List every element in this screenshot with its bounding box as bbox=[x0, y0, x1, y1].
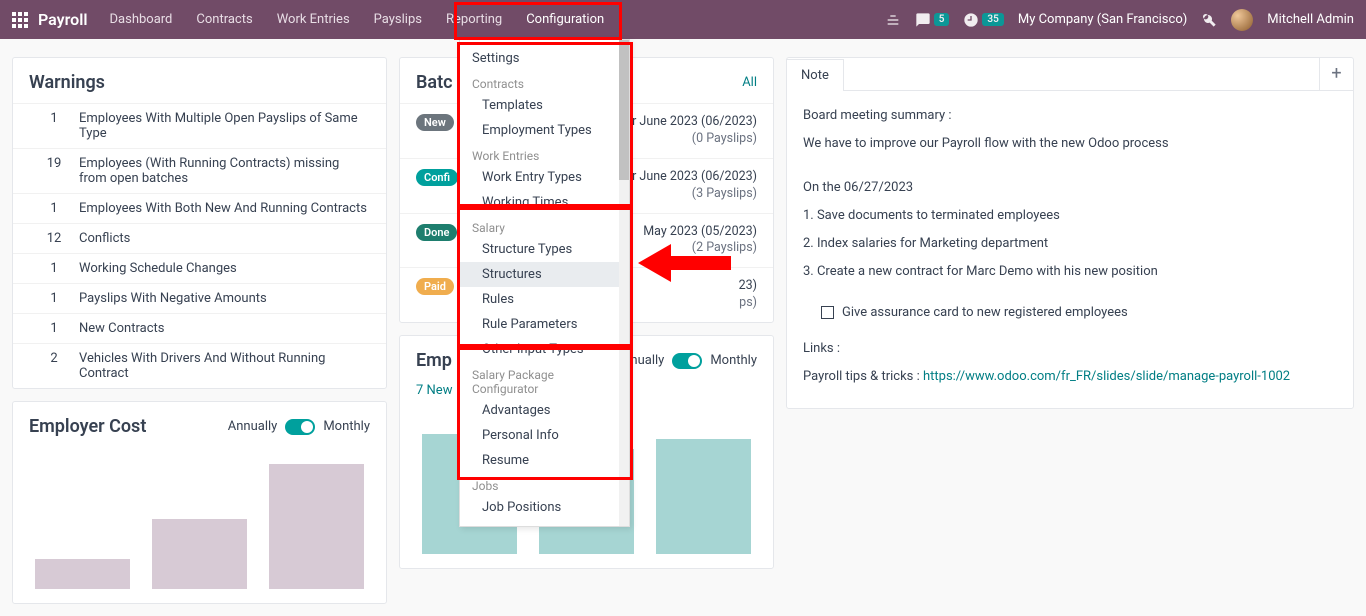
warning-row[interactable]: 1Employees With Both New And Running Con… bbox=[13, 193, 386, 223]
employer-cost-card: Employer Cost Annually Monthly bbox=[12, 401, 387, 604]
menu-settings[interactable]: Settings bbox=[460, 46, 629, 71]
note-line: Payroll tips & tricks : https://www.odoo… bbox=[803, 366, 1337, 388]
note-link[interactable]: https://www.odoo.com/fr_FR/slides/slide/… bbox=[923, 369, 1290, 384]
employees-title: Emp bbox=[416, 350, 452, 371]
warning-row[interactable]: 2Vehicles With Drivers And Without Runni… bbox=[13, 343, 386, 388]
note-line: 3. Create a new contract for Marc Demo w… bbox=[803, 261, 1337, 283]
employees-toggle[interactable] bbox=[672, 353, 702, 369]
menu-rule-parameters[interactable]: Rule Parameters bbox=[460, 312, 629, 337]
employer-cost-chart bbox=[29, 449, 370, 589]
menu-resume[interactable]: Resume bbox=[460, 448, 629, 473]
checkbox-icon[interactable] bbox=[821, 306, 834, 319]
note-line: 2. Index salaries for Marketing departme… bbox=[803, 233, 1337, 255]
note-panel: Note + Board meeting summary : We have t… bbox=[786, 57, 1354, 409]
toggle-annually-label: Annually bbox=[228, 419, 278, 434]
batches-title: Batc bbox=[416, 72, 453, 93]
menu-section-jobs: Jobs bbox=[460, 473, 629, 495]
nav-work-entries[interactable]: Work Entries bbox=[277, 12, 350, 27]
messages-icon[interactable]: 5 bbox=[915, 12, 950, 28]
topbar-right: 5 35 My Company (San Francisco) Mitchell… bbox=[885, 9, 1354, 31]
warnings-card: Warnings 1Employees With Multiple Open P… bbox=[12, 57, 387, 389]
note-line: We have to improve our Payroll flow with… bbox=[803, 133, 1337, 155]
checkbox-label: Give assurance card to new registered em… bbox=[842, 302, 1128, 324]
menu-personal-info[interactable]: Personal Info bbox=[460, 423, 629, 448]
apps-icon[interactable] bbox=[12, 12, 28, 28]
nav-dashboard[interactable]: Dashboard bbox=[110, 12, 173, 27]
toggle-monthly-label: Monthly bbox=[710, 353, 757, 368]
note-body[interactable]: Board meeting summary : We have to impro… bbox=[787, 91, 1353, 408]
menu-structure-types[interactable]: Structure Types bbox=[460, 237, 629, 262]
warning-row[interactable]: 1Employees With Multiple Open Payslips o… bbox=[13, 103, 386, 148]
menu-section-salary-package: Salary Package Configurator bbox=[460, 362, 629, 398]
menu-other-input-types[interactable]: Other Input Types bbox=[460, 337, 629, 362]
user-menu[interactable]: Mitchell Admin bbox=[1267, 12, 1354, 27]
note-tab[interactable]: Note bbox=[786, 59, 844, 91]
warning-row[interactable]: 12Conflicts bbox=[13, 223, 386, 253]
nav-reporting[interactable]: Reporting bbox=[446, 12, 502, 27]
status-badge: Done bbox=[416, 224, 457, 241]
nav-contracts[interactable]: Contracts bbox=[196, 12, 252, 27]
nav-payslips[interactable]: Payslips bbox=[374, 12, 422, 27]
status-badge: Confi bbox=[416, 169, 458, 186]
activity-icon[interactable]: 35 bbox=[963, 12, 1003, 28]
menu-section-work-entries: Work Entries bbox=[460, 143, 629, 165]
note-line: On the 06/27/2023 bbox=[803, 177, 1337, 199]
configuration-dropdown: Settings Contracts Templates Employment … bbox=[459, 39, 630, 527]
settings-wrench-icon[interactable] bbox=[1201, 12, 1217, 28]
app-brand[interactable]: Payroll bbox=[38, 10, 88, 29]
topbar: Payroll Dashboard Contracts Work Entries… bbox=[0, 0, 1366, 39]
tray-icon[interactable] bbox=[885, 12, 901, 28]
activity-badge: 35 bbox=[982, 13, 1003, 26]
col-left: Warnings 1Employees With Multiple Open P… bbox=[12, 57, 387, 604]
menu-rules[interactable]: Rules bbox=[460, 287, 629, 312]
menu-work-entry-types[interactable]: Work Entry Types bbox=[460, 165, 629, 190]
warning-row[interactable]: 1New Contracts bbox=[13, 313, 386, 343]
status-badge: New bbox=[416, 114, 454, 131]
bar bbox=[35, 559, 130, 589]
note-line: Links : bbox=[803, 338, 1337, 360]
nav-configuration[interactable]: Configuration bbox=[526, 12, 604, 27]
menu-section-salary: Salary bbox=[460, 215, 629, 237]
company-switcher[interactable]: My Company (San Francisco) bbox=[1018, 12, 1187, 27]
menu-structures[interactable]: Structures bbox=[460, 262, 629, 287]
menu-job-positions[interactable]: Job Positions bbox=[460, 495, 629, 520]
toggle-monthly-label: Monthly bbox=[323, 419, 370, 434]
warnings-title: Warnings bbox=[13, 58, 386, 103]
warning-row[interactable]: 1Working Schedule Changes bbox=[13, 253, 386, 283]
bar bbox=[152, 519, 247, 589]
bar bbox=[269, 464, 364, 589]
col-right: Note + Board meeting summary : We have t… bbox=[786, 57, 1354, 604]
menu-templates[interactable]: Templates bbox=[460, 93, 629, 118]
warning-row[interactable]: 19Employees (With Running Contracts) mis… bbox=[13, 148, 386, 193]
note-add-button[interactable]: + bbox=[1319, 58, 1353, 90]
warning-row[interactable]: 1Payslips With Negative Amounts bbox=[13, 283, 386, 313]
note-line: Board meeting summary : bbox=[803, 105, 1337, 127]
menu-employment-types[interactable]: Employment Types bbox=[460, 118, 629, 143]
employer-cost-title: Employer Cost bbox=[29, 416, 146, 437]
menu-section-contracts: Contracts bbox=[460, 71, 629, 93]
avatar[interactable] bbox=[1231, 9, 1253, 31]
status-badge: Paid bbox=[416, 278, 454, 295]
batches-all-link[interactable]: All bbox=[742, 75, 757, 90]
menu-working-times[interactable]: Working Times bbox=[460, 190, 629, 215]
bar bbox=[656, 439, 751, 554]
dropdown-scrollbar[interactable] bbox=[619, 40, 629, 526]
note-checkbox-row[interactable]: Give assurance card to new registered em… bbox=[821, 302, 1337, 324]
dashboard: Warnings 1Employees With Multiple Open P… bbox=[0, 45, 1366, 616]
messages-badge: 5 bbox=[934, 13, 950, 26]
note-line: 1. Save documents to terminated employee… bbox=[803, 205, 1337, 227]
menu-advantages[interactable]: Advantages bbox=[460, 398, 629, 423]
employer-cost-toggle[interactable] bbox=[285, 419, 315, 435]
note-tabs: Note + bbox=[787, 58, 1353, 91]
